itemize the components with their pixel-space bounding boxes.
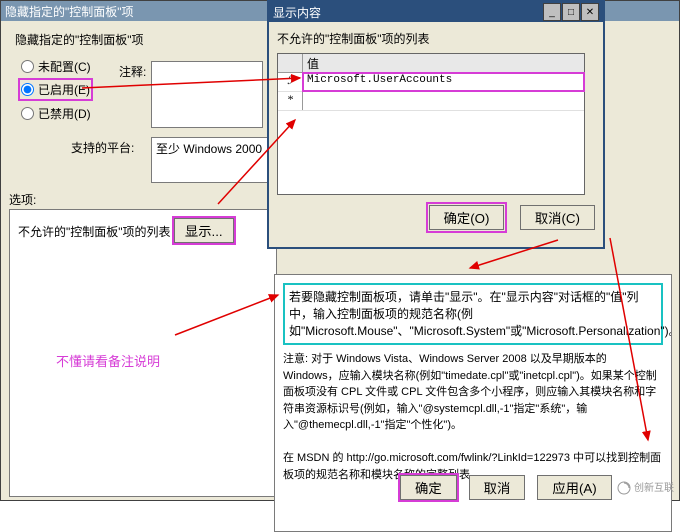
show-button[interactable]: 显示... (174, 218, 234, 243)
grid-header-row: 值 (278, 54, 584, 73)
grid-header-value: 值 (303, 54, 584, 72)
grid-row[interactable]: ℐ Microsoft.UserAccounts (278, 73, 584, 92)
value-grid[interactable]: 值 ℐ Microsoft.UserAccounts * (277, 53, 585, 195)
row-marker: ℐ (278, 73, 303, 91)
dialog-cancel-button[interactable]: 取消(C) (520, 205, 595, 230)
comment-label: 注释: (119, 63, 146, 80)
radio-disabled[interactable] (21, 107, 34, 120)
maximize-icon[interactable]: □ (562, 3, 580, 21)
row-marker: * (278, 92, 303, 110)
row-value-input[interactable]: Microsoft.UserAccounts (303, 73, 584, 91)
help-highlighted: 若要隐藏控制面板项，请单击"显示"。在"显示内容"对话框的"值"列中，输入控制面… (283, 283, 663, 345)
show-contents-titlebar: 显示内容 _ □ ✕ (269, 2, 603, 22)
watermark-icon (617, 481, 631, 495)
minimize-icon[interactable]: _ (543, 3, 561, 21)
annotation-note: 不懂请看备注说明 (56, 351, 160, 370)
help-rest: 注意: 对于 Windows Vista、Windows Server 2008… (283, 351, 663, 483)
radio-enabled-row[interactable]: 已启用(E) (21, 81, 90, 98)
show-contents-title: 显示内容 (273, 4, 543, 21)
show-contents-label: 不允许的"控制面板"项的列表 (277, 30, 595, 47)
platforms-value: 至少 Windows 2000 (151, 137, 271, 183)
radio-not-configured[interactable] (21, 60, 34, 73)
radio-enabled[interactable] (21, 83, 34, 96)
apply-button[interactable]: 应用(A) (537, 475, 611, 500)
cancel-button[interactable]: 取消 (469, 475, 526, 500)
grid-row[interactable]: * (278, 92, 584, 111)
dialog-ok-button[interactable]: 确定(O) (429, 205, 505, 230)
platforms-label: 支持的平台: (71, 139, 134, 156)
options-list-label: 不允许的"控制面板"项的列表 (18, 225, 171, 239)
close-icon[interactable]: ✕ (581, 3, 599, 21)
options-label: 选项: (9, 191, 36, 208)
watermark: 创新互联 (617, 479, 674, 495)
show-contents-dialog: 显示内容 _ □ ✕ 不允许的"控制面板"项的列表 值 ℐ Microsoft.… (267, 0, 605, 249)
comment-textarea[interactable] (151, 61, 263, 128)
ok-button[interactable]: 确定 (400, 475, 457, 500)
bottom-button-bar: 确定 取消 应用(A) (400, 475, 612, 500)
row-value-input[interactable] (303, 92, 584, 110)
